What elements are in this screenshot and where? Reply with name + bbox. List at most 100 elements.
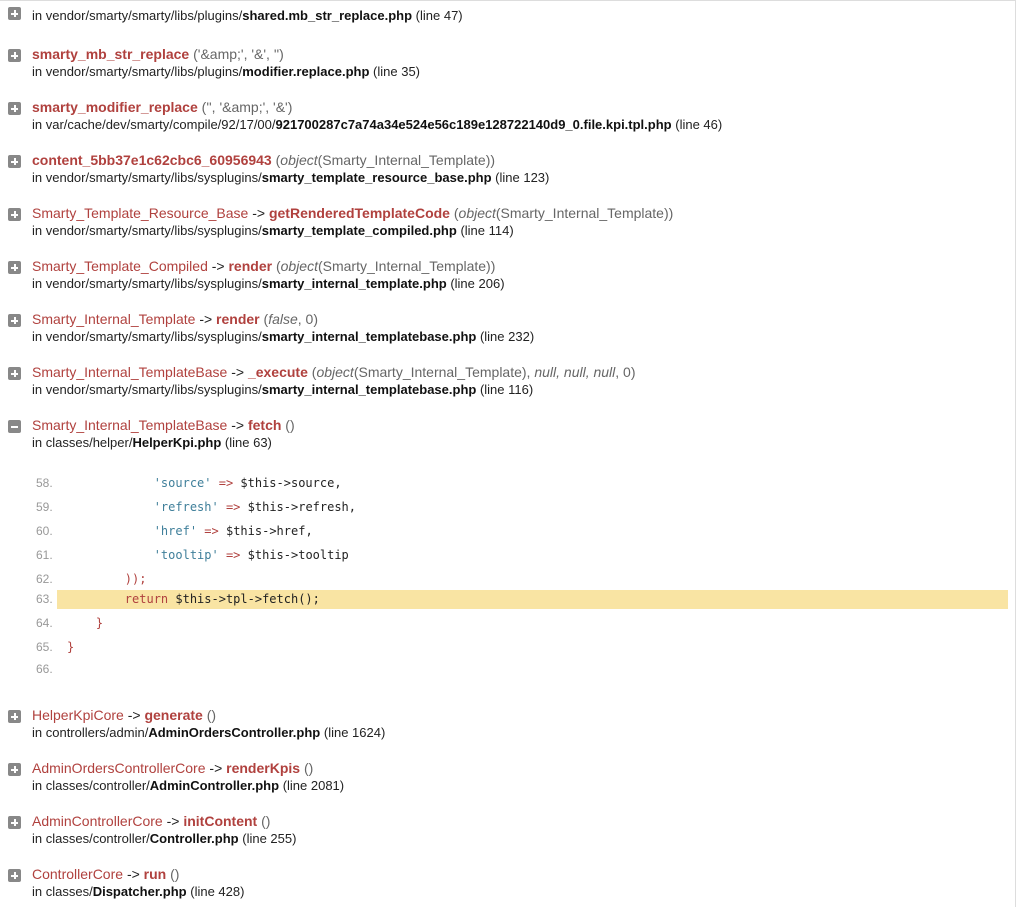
- frame-args: (object(Smarty_Internal_Template), null,…: [311, 364, 636, 380]
- code-line: 59. 'refresh' => $this->refresh,: [30, 497, 1010, 517]
- expand-icon[interactable]: [8, 710, 21, 723]
- expand-icon[interactable]: [8, 49, 21, 62]
- frame-file: AdminController.php: [149, 778, 280, 793]
- frame-dir: in classes/helper/: [32, 435, 133, 450]
- frame-class: AdminControllerCore: [32, 813, 163, 829]
- line-number: 64.: [36, 616, 53, 630]
- frame-file: smarty_template_compiled.php: [261, 223, 457, 238]
- frame-dir: in vendor/smarty/smarty/libs/sysplugins/: [32, 223, 262, 238]
- trace-frame[interactable]: smarty_mb_str_replace ('&amp;', '&', '')…: [0, 45, 1010, 81]
- expand-icon[interactable]: [8, 816, 21, 829]
- frame-line: (line 46): [675, 117, 723, 132]
- code-line: 58. 'source' => $this->source,: [30, 473, 1010, 493]
- frame-function[interactable]: fetch: [248, 417, 281, 433]
- expand-icon[interactable]: [8, 7, 21, 20]
- frame-args: (): [170, 866, 180, 882]
- frame-dir: in classes/controller/: [32, 831, 150, 846]
- code-line: 66.: [30, 659, 1010, 679]
- trace-frame[interactable]: HelperKpiCore -> generate () in controll…: [0, 706, 1010, 742]
- frame-file: Controller.php: [149, 831, 239, 846]
- frame-function[interactable]: getRenderedTemplateCode: [269, 205, 450, 221]
- frame-function[interactable]: initContent: [183, 813, 257, 829]
- frame-line: (line 2081): [282, 778, 345, 793]
- expand-icon[interactable]: [8, 763, 21, 776]
- trace-frame[interactable]: in vendor/smarty/smarty/libs/plugins/sha…: [0, 7, 1010, 45]
- frame-args: (object(Smarty_Internal_Template)): [275, 258, 496, 274]
- frame-file: HelperKpi.php: [132, 435, 222, 450]
- frame-function[interactable]: smarty_mb_str_replace: [32, 46, 189, 62]
- frame-function[interactable]: renderKpis: [226, 760, 300, 776]
- code-text: 'tooltip' => $this->tooltip: [153, 548, 349, 562]
- expand-icon[interactable]: [8, 208, 21, 221]
- frame-arrow: ->: [209, 760, 223, 776]
- line-number: 66.: [36, 662, 53, 676]
- frame-function[interactable]: content_5bb37e1c62cbc6_60956943: [32, 152, 272, 168]
- frame-arrow: ->: [126, 866, 140, 882]
- frame-dir: in vendor/smarty/smarty/libs/sysplugins/: [32, 382, 262, 397]
- trace-frame[interactable]: Smarty_Template_Compiled -> render (obje…: [0, 257, 1010, 293]
- trace-frame[interactable]: ControllerCore -> run () in classes/Disp…: [0, 865, 1010, 901]
- expand-icon[interactable]: [8, 869, 21, 882]
- trace-frame[interactable]: Smarty_Template_Resource_Base -> getRend…: [0, 204, 1010, 240]
- trace-frame[interactable]: AdminControllerCore -> initContent () in…: [0, 812, 1010, 848]
- frame-dir: in var/cache/dev/smarty/compile/92/17/00…: [32, 117, 276, 132]
- frame-line: (line 428): [190, 884, 245, 899]
- frame-args: (): [261, 813, 271, 829]
- frame-dir: in vendor/smarty/smarty/libs/sysplugins/: [32, 329, 262, 344]
- line-number: 63.: [36, 592, 53, 606]
- frame-file: smarty_internal_templatebase.php: [261, 329, 477, 344]
- frame-line: (line 232): [479, 329, 535, 344]
- trace-frame[interactable]: Smarty_Internal_Template -> render (fals…: [0, 310, 1010, 346]
- frame-class: Smarty_Internal_TemplateBase: [32, 417, 228, 433]
- frame-function[interactable]: generate: [144, 707, 202, 723]
- expand-icon[interactable]: [8, 102, 21, 115]
- frame-args: (): [285, 417, 295, 433]
- frame-args: (object(Smarty_Internal_Template)): [275, 152, 496, 168]
- frame-arrow: ->: [166, 813, 180, 829]
- code-text: }: [67, 640, 75, 654]
- frame-function[interactable]: _execute: [248, 364, 308, 380]
- code-text: 'source' => $this->source,: [153, 476, 342, 490]
- line-number: 62.: [36, 572, 53, 586]
- code-text: ));: [124, 572, 147, 586]
- frame-class: ControllerCore: [32, 866, 124, 882]
- trace-frame[interactable]: AdminOrdersControllerCore -> renderKpis …: [0, 759, 1010, 795]
- frame-class: Smarty_Template_Resource_Base: [32, 205, 249, 221]
- frame-line: (line 114): [460, 223, 514, 238]
- frame-args: ('&amp;', '&', ''): [193, 46, 284, 62]
- frame-function[interactable]: smarty_modifier_replace: [32, 99, 198, 115]
- frame-file: smarty_internal_template.php: [261, 276, 447, 291]
- frame-file: AdminOrdersController.php: [148, 725, 321, 740]
- frame-args: (): [303, 760, 314, 776]
- frame-file: smarty_internal_templatebase.php: [261, 382, 477, 397]
- frame-arrow: ->: [211, 258, 225, 274]
- frame-arrow: ->: [199, 311, 213, 327]
- frame-arrow: ->: [252, 205, 266, 221]
- line-number: 65.: [36, 640, 53, 654]
- code-text: return $this->tpl->fetch();: [124, 592, 320, 606]
- line-number: 58.: [36, 476, 53, 490]
- frame-function[interactable]: render: [216, 311, 260, 327]
- trace-frame[interactable]: smarty_modifier_replace ('', '&amp;', '&…: [0, 98, 1010, 134]
- frame-file: modifier.replace.php: [242, 64, 370, 79]
- expand-icon[interactable]: [8, 367, 21, 380]
- frame-args: (false, 0): [263, 311, 318, 327]
- frame-line: (line 116): [479, 382, 534, 397]
- source-code-block: 58. 'source' => $this->source, 59. 'refr…: [30, 469, 1010, 685]
- frame-arrow: ->: [127, 707, 141, 723]
- frame-function[interactable]: render: [228, 258, 272, 274]
- expand-icon[interactable]: [8, 314, 21, 327]
- expand-icon[interactable]: [8, 261, 21, 274]
- frame-dir: in controllers/admin/: [32, 725, 149, 740]
- expand-icon[interactable]: [8, 155, 21, 168]
- code-line-highlighted: 63. return $this->tpl->fetch();: [30, 589, 1010, 609]
- trace-frame[interactable]: Smarty_Internal_TemplateBase -> _execute…: [0, 363, 1010, 399]
- frame-function[interactable]: run: [144, 866, 167, 882]
- trace-frame-expanded[interactable]: Smarty_Internal_TemplateBase -> fetch ()…: [0, 416, 1010, 452]
- trace-frame[interactable]: content_5bb37e1c62cbc6_60956943 (object(…: [0, 151, 1010, 187]
- collapse-icon[interactable]: [8, 420, 21, 433]
- frame-dir: in vendor/smarty/smarty/libs/plugins/: [32, 64, 243, 79]
- code-text: }: [95, 616, 104, 630]
- code-text: 'refresh' => $this->refresh,: [153, 500, 357, 514]
- frame-file: smarty_template_resource_base.php: [261, 170, 492, 185]
